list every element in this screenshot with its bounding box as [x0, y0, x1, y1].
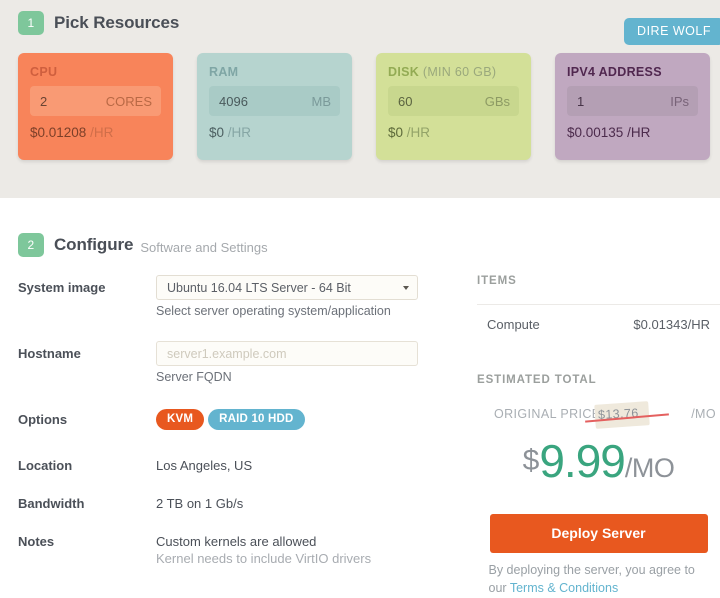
original-price-label: ORIGINAL PRICE — [494, 407, 601, 421]
options-field: KVM RAID 10 HDD — [156, 407, 470, 430]
disk-size-value: 60 — [398, 94, 412, 109]
disk-size-input[interactable]: 60 GBs — [388, 86, 519, 116]
step-1-badge: 1 — [18, 11, 44, 35]
disk-label-sub: (MIN 60 GB) — [419, 65, 496, 79]
options-pills: KVM RAID 10 HDD — [156, 407, 470, 430]
cpu-price-value: $0.01208 — [30, 125, 86, 140]
original-price-row: ORIGINAL PRICE $13.76 /MO — [477, 406, 720, 428]
ipv4-price-value: $0.00135 — [567, 125, 623, 140]
notes-label: Notes — [18, 534, 156, 566]
ram-price: $0 /HR — [209, 125, 340, 140]
form-row-options: Options KVM RAID 10 HDD — [18, 407, 470, 430]
total-price-period: /MO — [625, 453, 675, 483]
summary-item-price: $0.01343/HR — [633, 317, 710, 332]
ram-label-main: RAM — [209, 65, 238, 79]
system-image-field: Ubuntu 16.04 LTS Server - 64 Bit Select … — [156, 275, 470, 336]
ram-size-suffix: MB — [312, 94, 332, 109]
cpu-price-unit: /HR — [90, 125, 113, 140]
hostname-hint: Server FQDN — [156, 370, 470, 384]
form-row-location: Location Los Angeles, US — [18, 458, 470, 473]
disk-price-unit: /HR — [407, 125, 430, 140]
summary-item-row: Compute $0.01343/HR — [477, 305, 720, 332]
resource-card-cpu[interactable]: CPU 2 CORES $0.01208 /HR — [18, 53, 173, 160]
system-image-select[interactable]: Ubuntu 16.04 LTS Server - 64 Bit — [156, 275, 418, 300]
configure-header: 2 Configure Software and Settings — [0, 222, 720, 257]
cpu-price: $0.01208 /HR — [30, 125, 161, 140]
ipv4-price-unit: /HR — [627, 125, 650, 140]
hostname-input[interactable]: server1.example.com — [156, 341, 418, 366]
form-row-system-image: System image Ubuntu 16.04 LTS Server - 6… — [18, 275, 470, 336]
total-price-currency: $ — [523, 444, 540, 477]
location-value: Los Angeles, US — [156, 458, 252, 473]
ipv4-count-suffix: IPs — [670, 94, 689, 109]
terms-and-conditions-link[interactable]: Terms & Conditions — [510, 581, 618, 595]
option-pill-raid[interactable]: RAID 10 HDD — [208, 409, 304, 430]
notes-value: Custom kernels are allowed Kernel needs … — [156, 534, 371, 566]
resource-card-disk[interactable]: DISK (MIN 60 GB) 60 GBs $0 /HR — [376, 53, 531, 160]
bandwidth-label: Bandwidth — [18, 496, 156, 511]
estimated-total-heading: ESTIMATED TOTAL — [477, 374, 720, 386]
pick-resources-header: 1 Pick Resources — [0, 0, 720, 35]
resource-card-label: CPU — [30, 65, 161, 79]
configure-section: 2 Configure Software and Settings System… — [0, 198, 720, 598]
ram-price-unit: /HR — [228, 125, 251, 140]
configure-form: System image Ubuntu 16.04 LTS Server - 6… — [0, 275, 470, 598]
notes-primary: Custom kernels are allowed — [156, 534, 316, 549]
hostname-field: server1.example.com Server FQDN — [156, 341, 470, 402]
step-2-badge: 2 — [18, 233, 44, 257]
form-row-hostname: Hostname server1.example.com Server FQDN — [18, 341, 470, 402]
page-title: Pick Resources — [54, 13, 179, 33]
deploy-server-button[interactable]: Deploy Server — [490, 514, 708, 553]
total-price: $9.99/MO — [477, 434, 720, 488]
ipv4-count-value: 1 — [577, 94, 584, 109]
region-badge[interactable]: DIRE WOLF — [624, 18, 720, 45]
cpu-cores-suffix: CORES — [106, 94, 152, 109]
options-label: Options — [18, 407, 156, 430]
resource-card-ram[interactable]: RAM 4096 MB $0 /HR — [197, 53, 352, 160]
disk-price-value: $0 — [388, 125, 403, 140]
disk-size-suffix: GBs — [485, 94, 510, 109]
cpu-cores-value: 2 — [40, 94, 47, 109]
chevron-down-icon — [403, 286, 409, 290]
ipv4-price: $0.00135 /HR — [567, 125, 698, 140]
terms-notice: By deploying the server, you agree to ou… — [489, 562, 709, 598]
configure-title: Configure — [54, 235, 133, 255]
disk-price: $0 /HR — [388, 125, 519, 140]
location-label: Location — [18, 458, 156, 473]
resource-cards: CPU 2 CORES $0.01208 /HR RAM 4096 MB $0 … — [0, 35, 720, 160]
items-heading: ITEMS — [477, 275, 720, 287]
configure-body: System image Ubuntu 16.04 LTS Server - 6… — [0, 257, 720, 598]
option-pill-kvm[interactable]: KVM — [156, 409, 204, 430]
form-row-notes: Notes Custom kernels are allowed Kernel … — [18, 534, 470, 566]
total-price-amount: 9.99 — [539, 435, 625, 487]
cpu-cores-input[interactable]: 2 CORES — [30, 86, 161, 116]
summary-item-name: Compute — [487, 317, 540, 332]
resource-card-ipv4[interactable]: IPV4 ADDRESS 1 IPs $0.00135 /HR — [555, 53, 710, 160]
cpu-label-main: CPU — [30, 65, 57, 79]
ipv4-count-input[interactable]: 1 IPs — [567, 86, 698, 116]
resource-card-label: DISK (MIN 60 GB) — [388, 65, 519, 79]
configure-subtitle: Software and Settings — [140, 240, 267, 257]
form-row-bandwidth: Bandwidth 2 TB on 1 Gb/s — [18, 496, 470, 511]
bandwidth-value: 2 TB on 1 Gb/s — [156, 496, 243, 511]
system-image-label: System image — [18, 275, 156, 336]
hostname-placeholder: server1.example.com — [167, 347, 287, 361]
original-price-period: /MO — [691, 407, 716, 421]
resource-card-label: RAM — [209, 65, 340, 79]
system-image-hint: Select server operating system/applicati… — [156, 304, 470, 318]
ram-size-value: 4096 — [219, 94, 248, 109]
summary-panel: ITEMS Compute $0.01343/HR ESTIMATED TOTA… — [470, 275, 720, 598]
resource-card-label: IPV4 ADDRESS — [567, 65, 698, 79]
pick-resources-section: 1 Pick Resources DIRE WOLF CPU 2 CORES $… — [0, 0, 720, 198]
disk-label-main: DISK — [388, 65, 419, 79]
ram-price-value: $0 — [209, 125, 224, 140]
ram-size-input[interactable]: 4096 MB — [209, 86, 340, 116]
notes-secondary: Kernel needs to include VirtIO drivers — [156, 551, 371, 566]
system-image-value: Ubuntu 16.04 LTS Server - 64 Bit — [167, 281, 351, 295]
ipv4-label-main: IPV4 ADDRESS — [567, 65, 662, 79]
hostname-label: Hostname — [18, 341, 156, 402]
estimated-total-block: ESTIMATED TOTAL ORIGINAL PRICE $13.76 /M… — [477, 374, 720, 488]
